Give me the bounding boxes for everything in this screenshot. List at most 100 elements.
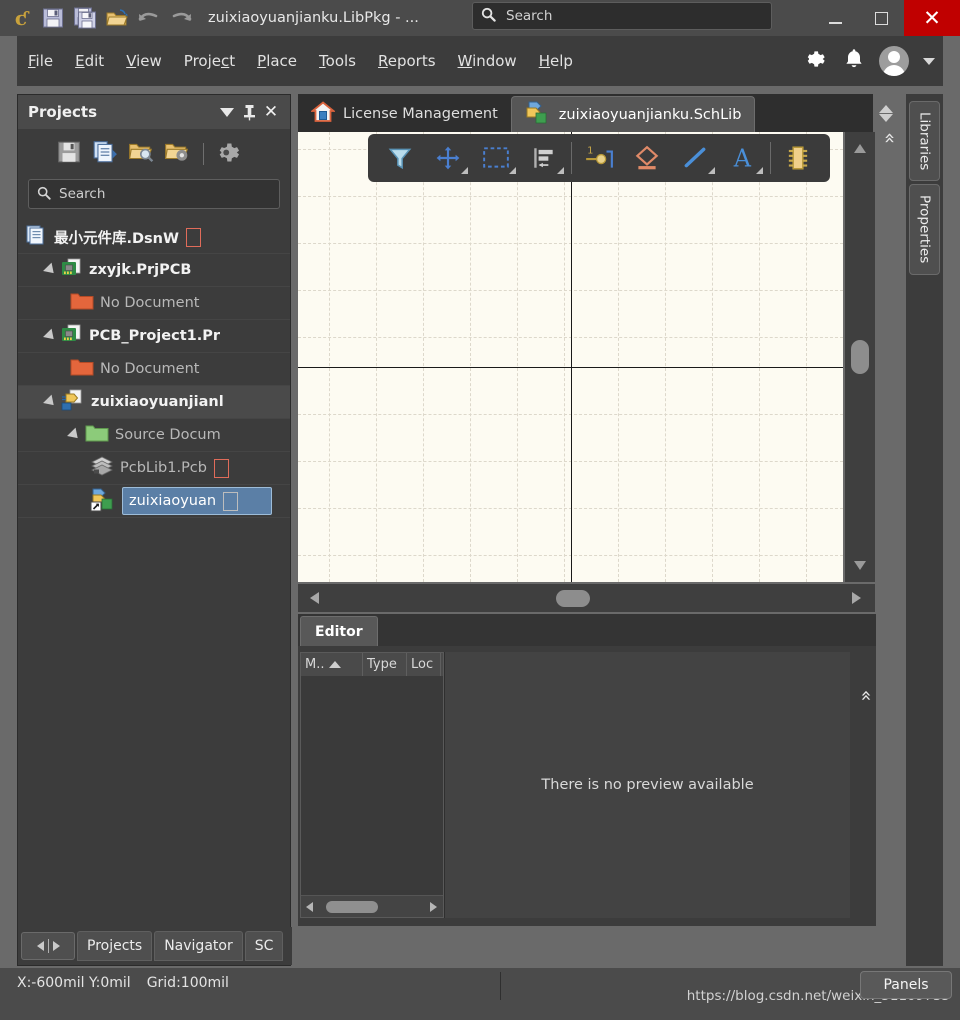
chevron-down-icon[interactable] xyxy=(923,57,935,65)
component-list[interactable]: M.. Type Loc xyxy=(300,652,444,918)
column-header-type[interactable]: Type xyxy=(363,653,407,676)
open-project-icon[interactable] xyxy=(102,3,132,33)
redo-icon[interactable] xyxy=(166,3,196,33)
tab-scroll-control[interactable] xyxy=(21,932,75,960)
canvas-horizontal-scrollbar[interactable] xyxy=(298,584,875,612)
undo-icon[interactable] xyxy=(134,3,164,33)
settings-gear-icon[interactable] xyxy=(217,139,244,170)
maximize-button[interactable] xyxy=(858,0,904,36)
vtab-libraries[interactable]: Libraries xyxy=(909,101,940,182)
panel-tab-navigator[interactable]: Navigator xyxy=(154,931,243,961)
toolbar-separator xyxy=(203,143,204,165)
place-line-icon[interactable] xyxy=(671,138,719,178)
chevron-expand-icon[interactable] xyxy=(43,328,58,344)
rubber-band-select-icon[interactable] xyxy=(472,138,520,178)
chevron-up-icon[interactable] xyxy=(879,104,893,113)
pin-icon[interactable] xyxy=(238,101,260,123)
menu-file[interactable]: File xyxy=(17,48,64,74)
sort-ascending-icon xyxy=(329,661,342,668)
bell-icon[interactable] xyxy=(843,47,865,75)
chevron-expand-icon[interactable] xyxy=(67,427,82,443)
move-crosshair-icon[interactable] xyxy=(424,138,472,178)
component-list-header: M.. Type Loc xyxy=(301,653,443,676)
place-text-icon[interactable]: A xyxy=(719,138,767,178)
chevron-left-icon[interactable] xyxy=(36,941,44,951)
status-bar-left: X:-600mil Y:0mil Grid:100mil xyxy=(17,975,229,991)
tree-item-workspace[interactable]: 最小元件库.DsnW xyxy=(18,221,290,254)
menu-view[interactable]: View xyxy=(115,48,173,74)
chevron-expand-icon[interactable] xyxy=(43,262,58,278)
workspace-icon xyxy=(26,224,48,250)
column-header-location[interactable]: Loc xyxy=(407,653,441,676)
tree-item-libpkg[interactable]: zuixiaoyuanjianl xyxy=(18,386,290,419)
project-options-icon[interactable] xyxy=(164,139,190,169)
menu-edit[interactable]: Edit xyxy=(64,48,115,74)
global-search-placeholder: Search xyxy=(506,8,553,24)
svg-text:A: A xyxy=(733,145,752,171)
tree-item-no-document-2[interactable]: No Document xyxy=(18,353,290,386)
canvas-vertical-scrollbar[interactable] xyxy=(845,132,875,582)
schlib-icon xyxy=(525,100,551,130)
save-icon[interactable] xyxy=(38,3,68,33)
global-search-input[interactable]: Search xyxy=(472,2,772,30)
chevron-up-double-icon[interactable]: » xyxy=(855,690,877,702)
tree-item-schlib-selected[interactable]: zuixiaoyuan xyxy=(18,485,290,518)
gear-icon[interactable] xyxy=(803,46,829,76)
menu-help[interactable]: Help xyxy=(528,48,584,74)
scroll-right-arrow-icon[interactable] xyxy=(430,902,437,912)
scroll-thumb[interactable] xyxy=(556,590,590,607)
tree-item-source-documents[interactable]: Source Docum xyxy=(18,419,290,452)
vtab-properties[interactable]: Properties xyxy=(909,184,940,275)
tree-item-pcbproject1[interactable]: PCB_Project1.Pr xyxy=(18,320,290,353)
tree-item-pcblib1[interactable]: PcbLib1.Pcb xyxy=(18,452,290,485)
chevron-down-icon[interactable] xyxy=(216,101,238,123)
place-component-icon[interactable] xyxy=(774,138,822,178)
place-pin-icon[interactable]: 1 xyxy=(575,138,623,178)
column-header-name[interactable]: M.. xyxy=(301,653,363,676)
close-icon[interactable]: ✕ xyxy=(260,101,282,123)
scroll-left-arrow-icon[interactable] xyxy=(310,592,319,604)
menu-project[interactable]: Project xyxy=(173,48,246,74)
scroll-up-arrow-icon[interactable] xyxy=(854,144,866,153)
projects-search-input[interactable]: Search xyxy=(28,179,280,209)
align-icon[interactable] xyxy=(520,138,568,178)
quick-access-toolbar: ƈ xyxy=(0,3,196,33)
svg-text:1: 1 xyxy=(587,146,593,157)
selected-tree-item[interactable]: zuixiaoyuan xyxy=(122,487,272,515)
tree-item-zxyjk-project[interactable]: zxyjk.PrjPCB xyxy=(18,254,290,287)
menu-window[interactable]: Window xyxy=(447,48,528,74)
pcb-project-icon xyxy=(61,258,83,282)
copy-documents-icon[interactable] xyxy=(92,139,118,169)
schematic-canvas[interactable] xyxy=(298,132,843,582)
chevron-expand-icon[interactable] xyxy=(43,394,58,410)
panels-button[interactable]: Panels xyxy=(860,971,952,999)
panel-tab-sch[interactable]: SC xyxy=(244,931,284,961)
save-all-icon[interactable] xyxy=(70,3,100,33)
close-button[interactable]: ✕ xyxy=(904,0,960,36)
scroll-down-arrow-icon[interactable] xyxy=(854,561,866,570)
menu-tools[interactable]: Tools xyxy=(308,48,367,74)
browse-folder-icon[interactable] xyxy=(128,139,154,169)
chevron-down-icon[interactable] xyxy=(879,113,893,122)
save-icon[interactable] xyxy=(56,139,82,169)
tab-license-management[interactable]: License Management xyxy=(298,96,511,132)
scroll-left-arrow-icon[interactable] xyxy=(306,902,313,912)
scroll-thumb[interactable] xyxy=(851,340,869,374)
component-list-horizontal-scrollbar[interactable] xyxy=(301,895,443,917)
panel-tab-projects[interactable]: Projects xyxy=(77,931,153,961)
scroll-thumb[interactable] xyxy=(326,901,378,913)
minimize-button[interactable] xyxy=(812,0,858,36)
menu-place[interactable]: Place xyxy=(246,48,308,74)
user-avatar-icon[interactable] xyxy=(879,46,909,76)
tab-schlib[interactable]: zuixiaoyuanjianku.SchLib xyxy=(510,96,756,132)
filter-funnel-icon[interactable] xyxy=(376,138,424,178)
component-preview-area: There is no preview available xyxy=(444,652,850,918)
menu-reports[interactable]: Reports xyxy=(367,48,447,74)
component-list-rows[interactable] xyxy=(301,676,443,895)
place-polygon-icon[interactable] xyxy=(623,138,671,178)
scroll-right-arrow-icon[interactable] xyxy=(852,592,861,604)
tab-editor[interactable]: Editor xyxy=(300,616,378,646)
collapse-panel-chevron-icon[interactable]: » xyxy=(877,125,901,151)
tree-item-no-document-1[interactable]: No Document xyxy=(18,287,290,320)
chevron-right-icon[interactable] xyxy=(52,941,60,951)
